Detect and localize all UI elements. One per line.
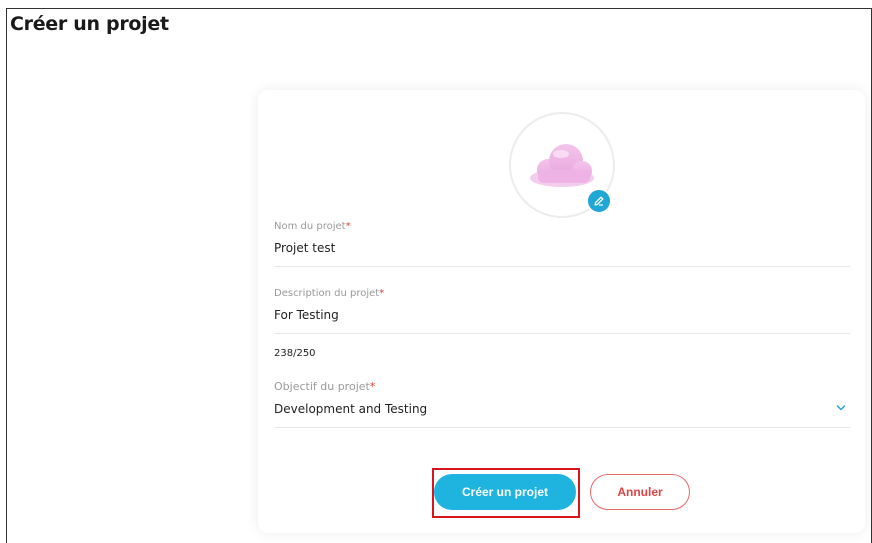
project-description-label: Description du projet [274,288,380,299]
pencil-icon [594,196,604,206]
cancel-button[interactable]: Annuler [590,474,690,510]
project-description-field[interactable]: Description du projet* For Testing [274,288,850,334]
required-mark: * [379,288,385,299]
edit-avatar-button[interactable] [586,188,612,214]
required-mark: * [345,221,351,232]
create-project-button[interactable]: Créer un projet [434,474,576,510]
project-name-label: Nom du projet [274,221,346,232]
project-objective-select[interactable]: Development and Testing [274,402,850,428]
project-form-card: Nom du projet* Projet test Description d… [258,90,865,533]
project-description-input[interactable]: For Testing [274,308,850,334]
required-mark: * [369,380,376,393]
project-name-field[interactable]: Nom du projet* Projet test [274,221,850,267]
page-title: Créer un projet [10,13,169,35]
project-name-input[interactable]: Projet test [274,241,850,267]
chevron-down-icon[interactable] [836,404,846,412]
project-objective-label: Objectif du projet [274,380,370,393]
project-objective-field[interactable]: Objectif du projet* Development and Test… [274,380,850,428]
project-objective-value: Development and Testing [274,402,428,416]
description-char-counter: 238/250 [274,348,316,359]
cloud-icon [530,144,594,187]
